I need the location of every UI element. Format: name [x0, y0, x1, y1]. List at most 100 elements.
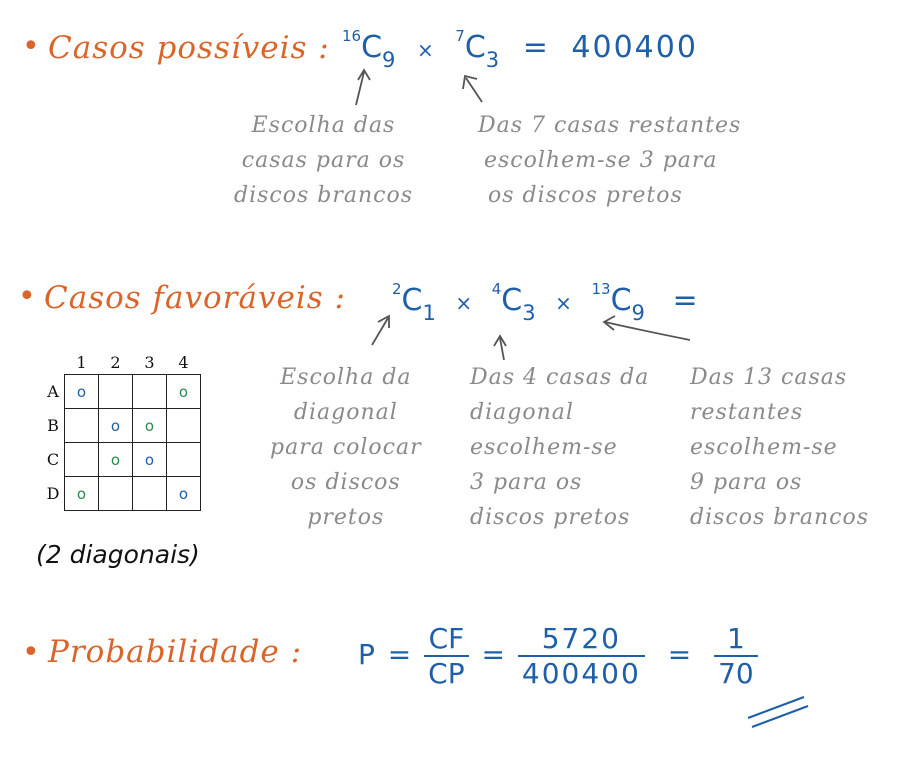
term3-base: C	[610, 283, 632, 318]
fraction-result: 1 70	[714, 622, 758, 690]
arrow-right-1	[462, 74, 483, 103]
grid-row-header: A	[47, 382, 59, 401]
times-sign: ×	[416, 38, 434, 62]
fraction-cf-cp: CF CP	[424, 622, 469, 690]
equals-sign: =	[667, 638, 692, 671]
term1-base: C	[401, 283, 423, 318]
note-line: 3 para os	[470, 470, 583, 495]
note-line: diagonal	[293, 400, 398, 425]
bullet-probabilidade: •	[22, 635, 40, 670]
grid-cell-disc: o	[64, 374, 99, 409]
grid-cell	[166, 442, 201, 477]
times-sign: ×	[455, 291, 473, 315]
note-escolha-diagonal: Escolha da diagonal para colocar os disc…	[270, 360, 422, 535]
arrow-note2	[493, 334, 507, 361]
term2-superscript: 4	[491, 280, 502, 298]
note-line: casas para os	[241, 148, 406, 173]
grid-row: Do o	[42, 476, 201, 511]
term1-subscript: 9	[382, 48, 396, 72]
note-line: Das 13 casas	[690, 365, 848, 390]
grid-cell	[132, 374, 167, 409]
grid-cell-disc: o	[64, 476, 99, 511]
term1-superscript: 2	[392, 280, 402, 298]
grid-cell-disc: o	[166, 374, 201, 409]
fraction-numerator: 1	[726, 622, 745, 655]
term1-base: C	[361, 30, 383, 65]
bullet-casos-favoraveis: •	[18, 279, 36, 314]
grid-corner	[42, 350, 65, 375]
note-casas-restantes-pretos: Das 7 casas restantes escolhem-se 3 para…	[478, 108, 741, 213]
term2-superscript: 7	[455, 27, 465, 45]
grid-cell	[98, 374, 133, 409]
fraction-numerator: CF	[428, 622, 465, 655]
grid-row: Coo	[42, 442, 201, 477]
term3-subscript: 9	[631, 301, 645, 325]
fraction-values: 5720 400400	[517, 622, 645, 690]
fraction-denominator: 400400	[517, 655, 645, 690]
answer-underline	[747, 695, 809, 729]
grid-column-header: 4	[178, 352, 189, 372]
term2-base: C	[464, 30, 486, 65]
note-escolha-casas-brancos: Escolha das casas para os discos brancos	[234, 108, 413, 213]
note-line: pretos	[307, 505, 385, 530]
term3-superscript: 13	[591, 280, 611, 298]
term2-subscript: 3	[522, 301, 536, 325]
grid-row-header: B	[47, 416, 59, 435]
note-casas-diagonal: Das 4 casas da diagonal escolhem-se 3 pa…	[470, 360, 649, 535]
fraction-denominator: CP	[424, 655, 469, 690]
term2-subscript: 3	[485, 48, 500, 72]
note-line: Escolha das	[251, 113, 396, 138]
equals-sign: =	[481, 638, 505, 671]
board-grid: 1234AooBooCooDoo	[42, 350, 201, 511]
grid-cell	[132, 476, 167, 511]
note-line: discos pretos	[470, 505, 631, 530]
grid-column-header: 2	[110, 352, 121, 372]
grid-column-header: 1	[76, 352, 87, 372]
note-line: restantes	[690, 400, 804, 425]
grid-row-header: D	[46, 484, 60, 503]
fraction-denominator: 70	[714, 655, 758, 690]
term1-superscript: 16	[342, 27, 362, 45]
grid-cell-disc: o	[98, 408, 133, 443]
grid-cell	[64, 442, 99, 477]
term1-subscript: 1	[422, 301, 436, 325]
grid-column-header: 3	[144, 352, 155, 372]
note-line: escolhem-se	[470, 435, 618, 460]
grid-row: Ao o	[42, 374, 201, 409]
grid-cell-disc: o	[166, 476, 201, 511]
note-line: 9 para os	[690, 470, 803, 495]
arrow-left-1	[355, 68, 371, 106]
formula-casos-favoraveis: 2C1 × 4C3 × 13C9 =	[392, 280, 716, 325]
formula-casos-possiveis: 16C9 × 7C3 = 400400	[342, 27, 698, 72]
grid-cell	[64, 408, 99, 443]
note-line: discos brancos	[234, 183, 413, 208]
p-symbol: P	[358, 638, 375, 671]
grid-row: Boo	[42, 408, 201, 443]
grid-row-header: C	[46, 450, 60, 469]
note-line: os discos pretos	[488, 183, 683, 208]
grid-cell-disc: o	[98, 442, 133, 477]
heading-casos-possiveis: Casos possíveis :	[48, 30, 330, 66]
caption-diagonais: (2 diagonais)	[36, 540, 200, 569]
note-line: escolhem-se	[690, 435, 838, 460]
fraction-numerator: 5720	[541, 622, 621, 655]
arrow-note1	[371, 314, 390, 346]
heading-probabilidade: Probabilidade :	[48, 634, 303, 670]
grid-cell	[166, 408, 201, 443]
arrow-note3	[602, 315, 691, 341]
note-casas-restantes-brancos: Das 13 casas restantes escolhem-se 9 par…	[690, 360, 869, 535]
bullet-casos-possiveis: •	[22, 29, 40, 64]
times-sign: ×	[555, 291, 572, 315]
note-line: escolhem-se 3 para	[484, 148, 718, 173]
note-line: para colocar	[270, 435, 422, 460]
equals-sign: =	[672, 283, 698, 318]
term2-base: C	[501, 283, 523, 318]
formula-probabilidade: P = CF CP = 5720 400400 = 1 70	[358, 622, 758, 690]
board-grid-figure: 1234AooBooCooDoo	[42, 350, 201, 511]
equals-sign: =	[522, 30, 548, 65]
heading-casos-favoraveis: Casos favoráveis :	[44, 280, 346, 316]
grid-cell	[98, 476, 133, 511]
note-line: Escolha da	[280, 365, 412, 390]
grid-cell-disc: o	[132, 442, 167, 477]
note-line: os discos	[290, 470, 401, 495]
